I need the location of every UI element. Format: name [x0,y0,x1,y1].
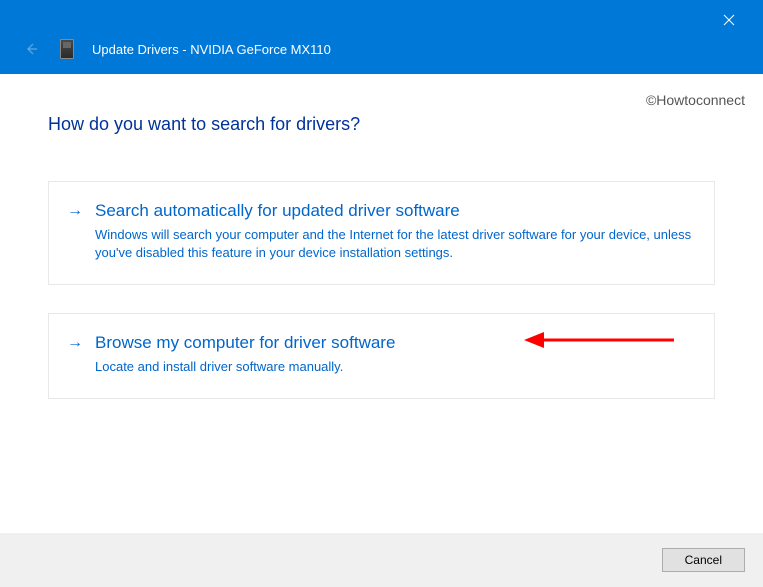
titlebar: Update Drivers - NVIDIA GeForce MX110 [0,0,763,74]
option-title: Browse my computer for driver software [95,332,696,354]
cancel-button[interactable]: Cancel [662,548,745,572]
close-button[interactable] [709,6,749,34]
option-description: Windows will search your computer and th… [95,226,696,262]
close-icon [723,14,735,26]
window-title: Update Drivers - NVIDIA GeForce MX110 [92,42,331,57]
back-button [20,38,42,60]
device-icon [60,39,74,59]
arrow-right-icon: → [67,200,83,222]
arrow-right-icon: → [67,332,83,354]
watermark: ©Howtoconnect [646,92,745,108]
option-browse-computer[interactable]: → Browse my computer for driver software… [48,313,715,399]
option-title: Search automatically for updated driver … [95,200,696,222]
option-description: Locate and install driver software manua… [95,358,696,376]
content-area: How do you want to search for drivers? →… [0,74,763,399]
dialog-footer: Cancel [0,533,763,587]
page-heading: How do you want to search for drivers? [48,114,715,135]
option-search-automatically[interactable]: → Search automatically for updated drive… [48,181,715,285]
